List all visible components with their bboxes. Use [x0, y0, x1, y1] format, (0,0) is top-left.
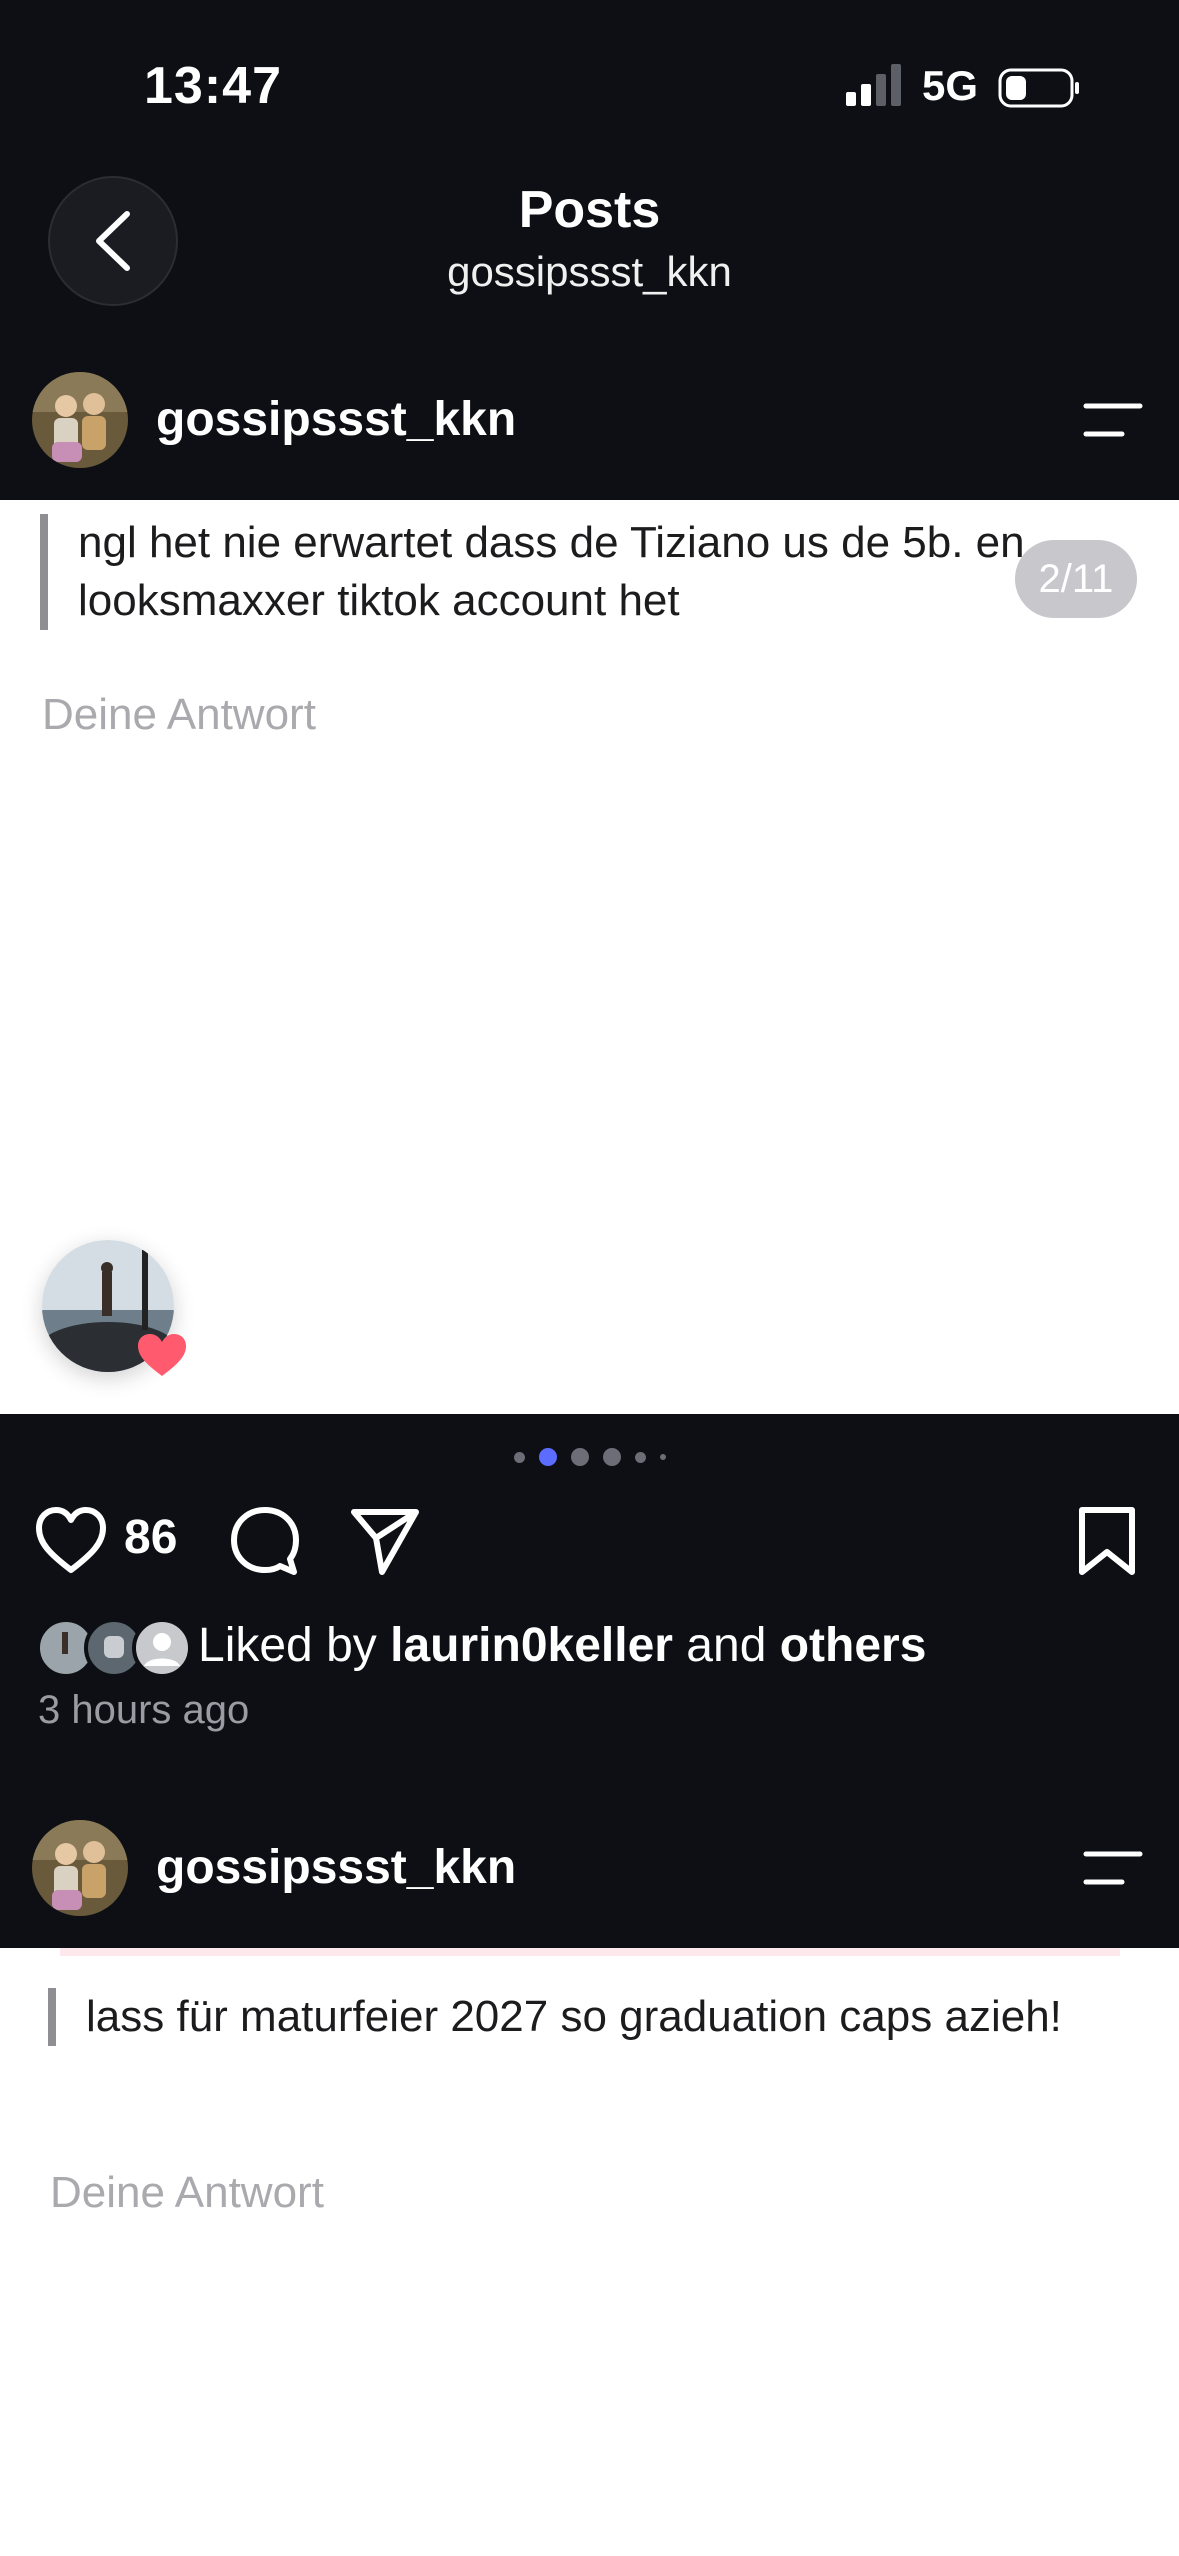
carousel-dots	[0, 1448, 1179, 1466]
menu-icon[interactable]	[1082, 400, 1144, 440]
post-quote: ngl het nie erwartet dass de Tiziano us …	[40, 514, 1088, 630]
bookmark-icon[interactable]	[1070, 1504, 1144, 1578]
liked-user[interactable]: laurin0keller	[390, 1619, 673, 1672]
carousel-dot	[634, 1451, 646, 1463]
network-type: 5G	[922, 62, 979, 109]
liked-others[interactable]: others	[780, 1619, 927, 1672]
comment-icon[interactable]	[228, 1504, 302, 1578]
status-time: 13:47	[144, 57, 282, 115]
share-icon[interactable]	[348, 1504, 422, 1578]
liked-by-text[interactable]: Liked by laurin0keller and others	[198, 1618, 926, 1673]
avatar-photo	[32, 372, 128, 468]
carousel-dot	[659, 1454, 666, 1460]
post-media[interactable]: lass für maturfeier 2027 so graduation c…	[0, 1948, 1179, 2556]
image-counter: 2/11	[1015, 540, 1137, 618]
signal-icon	[846, 64, 901, 106]
carousel-dot	[602, 1448, 621, 1466]
reply-placeholder: Deine Antwort	[50, 2168, 324, 2217]
menu-icon[interactable]	[1082, 1848, 1144, 1888]
avatar-photo	[32, 1820, 128, 1916]
page-subtitle: gossipssst_kkn	[447, 248, 732, 295]
post-time: 3 hours ago	[38, 1688, 250, 1732]
heart-icon[interactable]	[34, 1504, 108, 1578]
liked-and: and	[686, 1619, 767, 1672]
media-top-edge	[60, 1948, 1120, 1956]
heart-reaction-icon	[138, 1334, 186, 1376]
post-quote: lass für maturfeier 2027 so graduation c…	[48, 1988, 1096, 2046]
post-username[interactable]: gossipssst_kkn	[156, 1840, 516, 1895]
post-avatar[interactable]	[32, 372, 128, 468]
post-media[interactable]: ngl het nie erwartet dass de Tiziano us …	[0, 500, 1179, 1414]
battery-icon	[998, 68, 1079, 108]
like-count[interactable]: 86	[124, 1510, 177, 1565]
liked-by-avatars	[36, 1618, 192, 1678]
carousel-dot-active	[538, 1448, 557, 1466]
carousel-dot	[570, 1448, 589, 1466]
reply-placeholder: Deine Antwort	[42, 690, 316, 739]
post-username[interactable]: gossipssst_kkn	[156, 392, 516, 447]
carousel-dot	[513, 1451, 525, 1463]
page-title: Posts	[518, 181, 661, 239]
liked-prefix: Liked by	[198, 1619, 377, 1672]
post-avatar[interactable]	[32, 1820, 128, 1916]
